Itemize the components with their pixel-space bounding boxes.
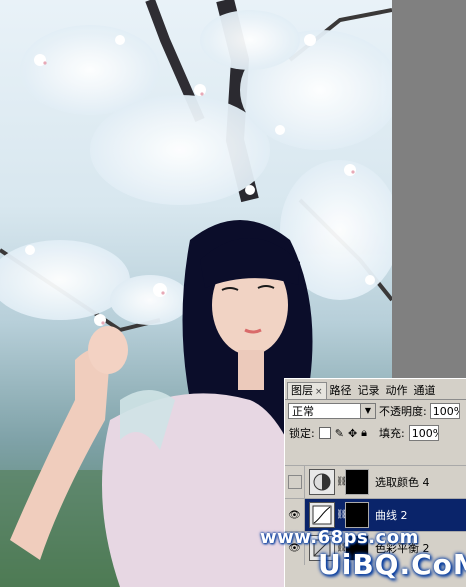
lock-transparency-icon[interactable] bbox=[318, 427, 331, 439]
opacity-label: 不透明度: bbox=[379, 405, 427, 418]
lock-row: 锁定: ✎ ✥ 🔒︎ 填充: 100% bbox=[285, 422, 466, 444]
fill-label: 填充: bbox=[379, 427, 405, 440]
blend-row: 正常 ▼ 不透明度: 100% bbox=[285, 400, 466, 422]
watermark-url: www.68ps.com bbox=[260, 527, 419, 548]
tab-actions[interactable]: 动作 bbox=[383, 383, 411, 399]
blend-mode-value: 正常 bbox=[292, 405, 314, 418]
blend-mode-select[interactable]: 正常 ▼ bbox=[288, 403, 376, 419]
lock-brush-icon[interactable]: ✎ bbox=[335, 427, 344, 440]
tab-channels[interactable]: 通道 bbox=[411, 383, 439, 399]
fill-field[interactable]: 100% bbox=[408, 425, 439, 441]
lock-move-icon[interactable]: ✥ bbox=[348, 427, 357, 440]
close-icon[interactable]: × bbox=[315, 387, 323, 397]
layer-mask-thumbnail[interactable] bbox=[345, 502, 369, 528]
tab-layers-label: 图层 bbox=[291, 384, 313, 397]
tab-paths[interactable]: 路径 bbox=[327, 383, 355, 399]
tab-layers[interactable]: 图层 × bbox=[287, 382, 327, 399]
layer-name: 曲线 2 bbox=[375, 509, 408, 522]
panel-tab-bar: 图层 × 路径 记录 动作 通道 bbox=[285, 379, 466, 400]
lock-all-icon[interactable]: 🔒︎ bbox=[361, 426, 367, 440]
chevron-down-icon[interactable]: ▼ bbox=[360, 404, 375, 418]
link-icon[interactable]: ⛓ bbox=[336, 510, 347, 520]
visibility-toggle[interactable] bbox=[285, 465, 305, 499]
workspace-background bbox=[392, 0, 466, 378]
eye-icon[interactable]: 👁︎ bbox=[288, 510, 301, 521]
link-icon[interactable]: ⛓ bbox=[336, 477, 347, 487]
selective-color-icon bbox=[309, 469, 335, 495]
layer-name: 选取颜色 4 bbox=[375, 476, 430, 489]
layer-mask-thumbnail[interactable] bbox=[345, 469, 369, 495]
opacity-field[interactable]: 100% bbox=[429, 403, 460, 419]
curves-icon bbox=[309, 502, 335, 528]
watermark-logo: UiBQ.CoM bbox=[318, 548, 466, 581]
layer-row-selective-color[interactable]: ⛓ 选取颜色 4 bbox=[285, 465, 466, 499]
lock-label: 锁定: bbox=[289, 427, 315, 440]
tab-history[interactable]: 记录 bbox=[355, 383, 383, 399]
visibility-box[interactable] bbox=[287, 475, 302, 489]
